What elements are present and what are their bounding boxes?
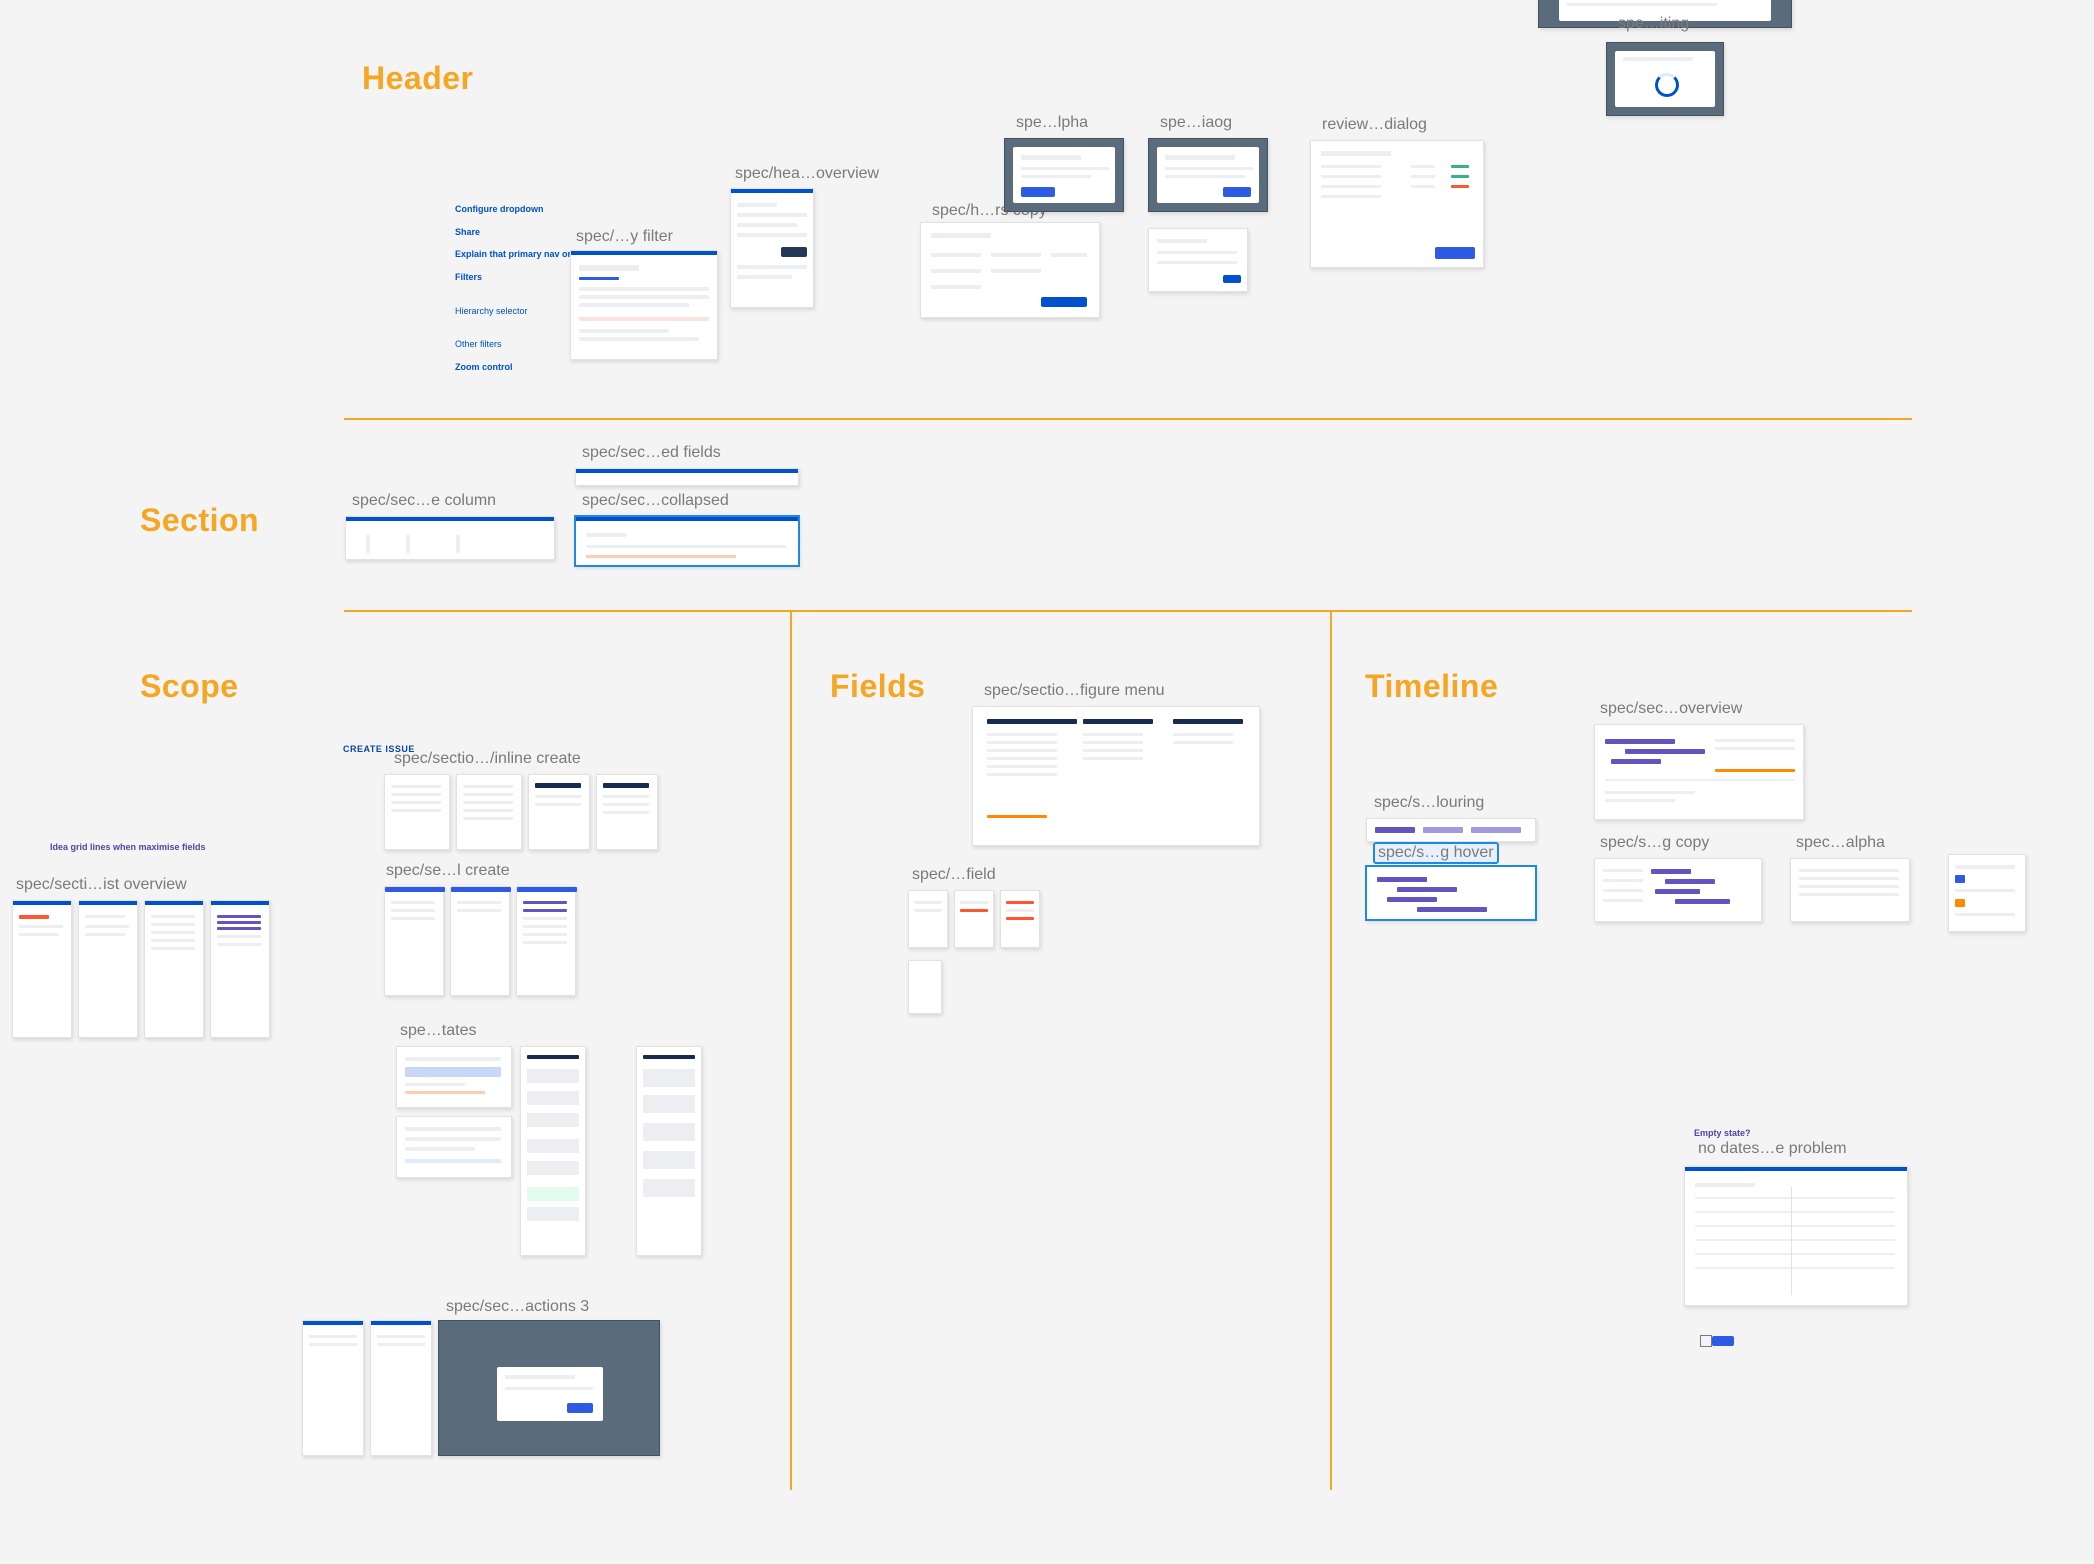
- note-line: Share: [455, 227, 480, 237]
- divider-horizontal-2: [344, 610, 1912, 612]
- frame-actions-b[interactable]: [370, 1320, 432, 1456]
- frame-lcreate-3[interactable]: [516, 886, 576, 996]
- frame-inline-create-2[interactable]: [456, 774, 522, 850]
- frame-label[interactable]: spec/s…louring: [1374, 794, 1484, 812]
- frame-label[interactable]: spec/hea…overview: [735, 165, 879, 183]
- frame-label-selected[interactable]: spec/s…g hover: [1374, 843, 1498, 863]
- frame-label[interactable]: spe…iting: [1618, 15, 1689, 33]
- frame-filters-copy[interactable]: [920, 222, 1100, 318]
- frame-section-ed-fields[interactable]: [575, 468, 799, 486]
- frame-states-2[interactable]: [520, 1046, 586, 1256]
- frame-label[interactable]: spec/sec…collapsed: [582, 492, 729, 510]
- frame-label[interactable]: spe…tates: [400, 1022, 476, 1040]
- section-title-timeline: Timeline: [1365, 668, 1498, 705]
- frame-timeline-alpha-2[interactable]: [1948, 854, 2026, 932]
- frame-label[interactable]: spec/secti…ist overview: [16, 876, 187, 894]
- frame-section-collapsed[interactable]: [575, 516, 799, 566]
- frame-label[interactable]: spec/sec…overview: [1600, 700, 1742, 718]
- frame-inline-create-1[interactable]: [384, 774, 450, 850]
- frame-label[interactable]: spec…alpha: [1796, 834, 1885, 852]
- frame-states-1[interactable]: [396, 1046, 512, 1108]
- frame-timeline-alpha-1[interactable]: [1790, 858, 1910, 922]
- divider-vertical-1: [790, 610, 792, 1490]
- legend-chip: [1712, 1336, 1734, 1346]
- note-line: Zoom control: [455, 362, 513, 372]
- frame-label[interactable]: spe…lpha: [1016, 114, 1088, 132]
- divider-horizontal-1: [344, 418, 1912, 420]
- frame-states-1b[interactable]: [396, 1116, 512, 1178]
- frame-review-dialog[interactable]: [1310, 140, 1484, 268]
- frame-inline-create-3[interactable]: [528, 774, 590, 850]
- frame-label[interactable]: spec/sec…e column: [352, 492, 496, 510]
- frame-label[interactable]: spec/se…l create: [386, 862, 510, 880]
- frame-states-3[interactable]: [636, 1046, 702, 1256]
- frame-g-copy[interactable]: [1594, 858, 1762, 922]
- frame-scope-list-3[interactable]: [144, 900, 204, 1038]
- frame-actions-dialog[interactable]: [438, 1320, 660, 1456]
- frame-dialog-panel[interactable]: [1148, 228, 1248, 292]
- frame-header-overview[interactable]: [730, 188, 814, 308]
- frame-field-1[interactable]: [908, 890, 948, 948]
- frame-label[interactable]: no dates…e problem: [1698, 1140, 1847, 1158]
- frame-label[interactable]: spec/…field: [912, 866, 996, 884]
- idea-annotation: Idea grid lines when maximise fields: [50, 842, 206, 853]
- section-title-fields: Fields: [830, 668, 925, 705]
- frame-configure-menu[interactable]: [972, 706, 1260, 846]
- frame-label[interactable]: spec/s…g copy: [1600, 834, 1709, 852]
- frame-scope-list-1[interactable]: [12, 900, 72, 1038]
- frame-lcreate-1[interactable]: [384, 886, 444, 996]
- section-title-header: Header: [362, 60, 474, 97]
- frame-timeline-overview[interactable]: [1594, 724, 1804, 820]
- frame-label[interactable]: spec/sec…ed fields: [582, 444, 721, 462]
- frame-label[interactable]: spec/sectio…/inline create: [394, 750, 581, 768]
- frame-field-2[interactable]: [954, 890, 994, 948]
- frame-label[interactable]: review…dialog: [1322, 116, 1427, 134]
- frame-colouring[interactable]: [1366, 818, 1536, 842]
- frame-dialog[interactable]: [1148, 138, 1268, 212]
- frame-scope-list-2[interactable]: [78, 900, 138, 1038]
- frame-label[interactable]: spec/…y filter: [576, 228, 673, 246]
- section-title-section: Section: [140, 502, 259, 539]
- frame-actions-a[interactable]: [302, 1320, 364, 1456]
- figma-canvas[interactable]: Header Section Scope Fields Timeline Con…: [0, 0, 2094, 1564]
- note-line: Filters: [455, 272, 482, 282]
- frame-no-dates[interactable]: [1684, 1166, 1908, 1306]
- frame-label[interactable]: spec/sec…actions 3: [446, 1298, 589, 1316]
- note-line: Configure dropdown: [455, 204, 543, 214]
- legend-box-icon: [1700, 1335, 1712, 1347]
- section-title-scope: Scope: [140, 668, 239, 705]
- frame-scope-list-4[interactable]: [210, 900, 270, 1038]
- frame-inline-create-4[interactable]: [596, 774, 658, 850]
- frame-hierarchy-filter[interactable]: [570, 250, 718, 360]
- frame-g-hover[interactable]: [1366, 866, 1536, 920]
- frame-field-4[interactable]: [908, 960, 942, 1014]
- empty-state-annotation: Empty state?: [1694, 1128, 1751, 1139]
- frame-alpha[interactable]: [1004, 138, 1124, 212]
- frame-lcreate-2[interactable]: [450, 886, 510, 996]
- frame-spe-iting[interactable]: [1606, 42, 1724, 116]
- frame-label[interactable]: spec/sectio…figure menu: [984, 682, 1165, 700]
- divider-vertical-2: [1330, 610, 1332, 1490]
- frame-field-3[interactable]: [1000, 890, 1040, 948]
- frame-section-column[interactable]: [345, 516, 555, 560]
- frame-label[interactable]: spe…iaog: [1160, 114, 1232, 132]
